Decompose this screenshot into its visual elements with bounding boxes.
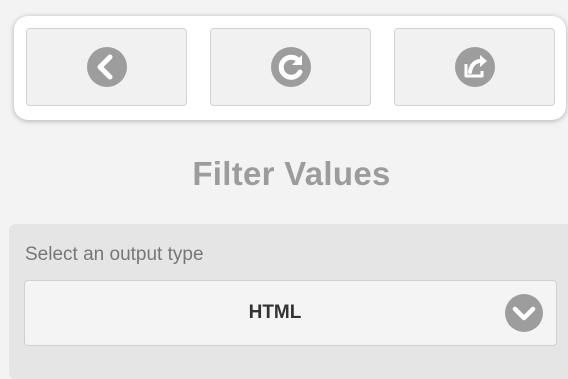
share-icon [454,47,495,87]
selected-output-type: HTML [248,302,302,323]
toolbar [14,16,566,120]
back-arrow-icon [86,47,127,87]
refresh-icon [270,47,311,87]
chevron-down-icon [505,294,543,332]
back-button[interactable] [26,28,187,106]
output-type-label: Select an output type [25,244,204,265]
output-type-select[interactable]: HTML [24,280,557,346]
page-title: Filter Values [192,155,391,192]
share-button[interactable] [394,28,555,106]
filter-panel: Select an output type HTML [9,224,568,379]
refresh-button[interactable] [210,28,371,106]
